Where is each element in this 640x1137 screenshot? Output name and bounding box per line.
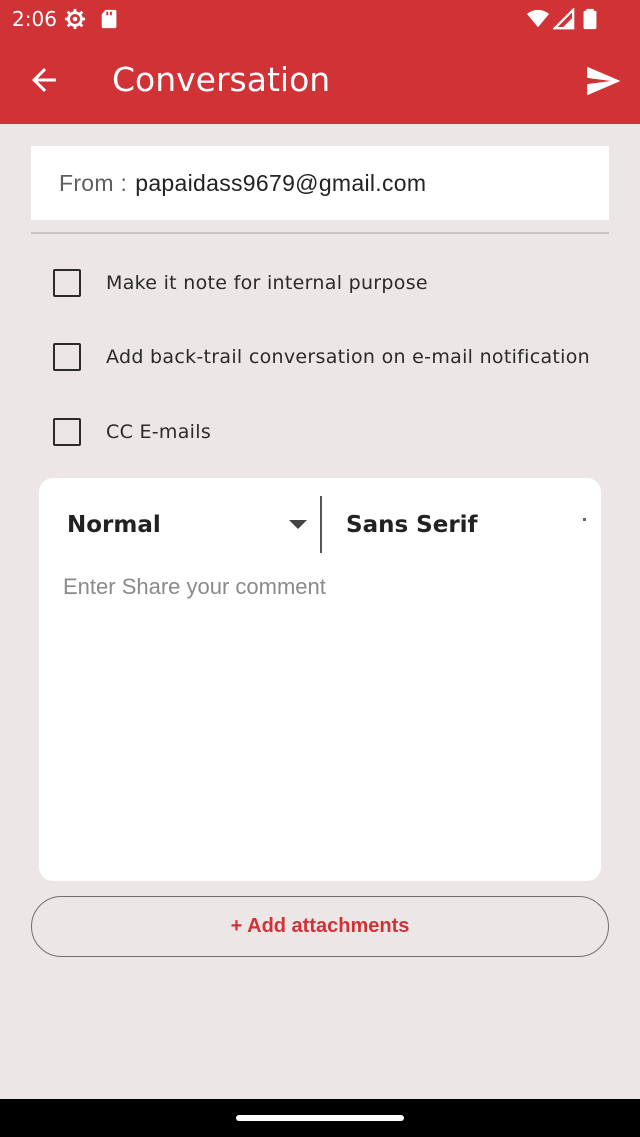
back-trail-checkbox[interactable]: [53, 343, 81, 371]
option-internal-note[interactable]: Make it note for internal purpose: [53, 268, 428, 298]
from-label: From :: [59, 169, 128, 196]
from-email: papaidass9679@gmail.com: [135, 169, 427, 196]
font-family-value: Sans Serif: [346, 512, 478, 538]
text-format-dropdown[interactable]: Normal: [67, 508, 307, 542]
home-gesture-handle[interactable]: [236, 1115, 404, 1121]
back-trail-label: Add back-trail conversation on e-mail no…: [106, 346, 591, 368]
caret-down-icon: [583, 518, 586, 521]
comment-editor: Normal Sans Serif: [39, 478, 601, 881]
font-family-dropdown[interactable]: Sans Serif: [346, 508, 591, 542]
from-field: From : papaidass9679@gmail.com: [31, 146, 609, 220]
signal-icon: [553, 8, 575, 30]
app-header: 2:06 Conversation: [0, 0, 640, 124]
option-back-trail[interactable]: Add back-trail conversation on e-mail no…: [53, 342, 590, 372]
comment-input[interactable]: [63, 574, 583, 864]
divider: [31, 232, 609, 234]
battery-icon: [583, 8, 597, 30]
internal-note-checkbox[interactable]: [53, 269, 81, 297]
text-format-value: Normal: [67, 512, 161, 538]
status-bar: 2:06: [0, 0, 640, 38]
caret-down-icon: [289, 520, 307, 529]
option-cc-emails[interactable]: CC E-mails: [53, 417, 211, 447]
wifi-icon: [527, 9, 549, 28]
settings-gear-icon: [64, 8, 86, 30]
system-nav-bar: [0, 1099, 640, 1137]
toolbar-separator: [320, 496, 322, 553]
page-title: Conversation: [112, 60, 331, 99]
send-icon[interactable]: [582, 62, 624, 100]
arrow-back-icon[interactable]: [26, 62, 62, 98]
sd-card-icon: [101, 9, 117, 29]
add-attachments-button[interactable]: + Add attachments: [31, 896, 609, 957]
internal-note-label: Make it note for internal purpose: [106, 272, 428, 294]
cc-emails-label: CC E-mails: [106, 421, 212, 443]
status-time: 2:06: [12, 7, 57, 31]
cc-emails-checkbox[interactable]: [53, 418, 81, 446]
